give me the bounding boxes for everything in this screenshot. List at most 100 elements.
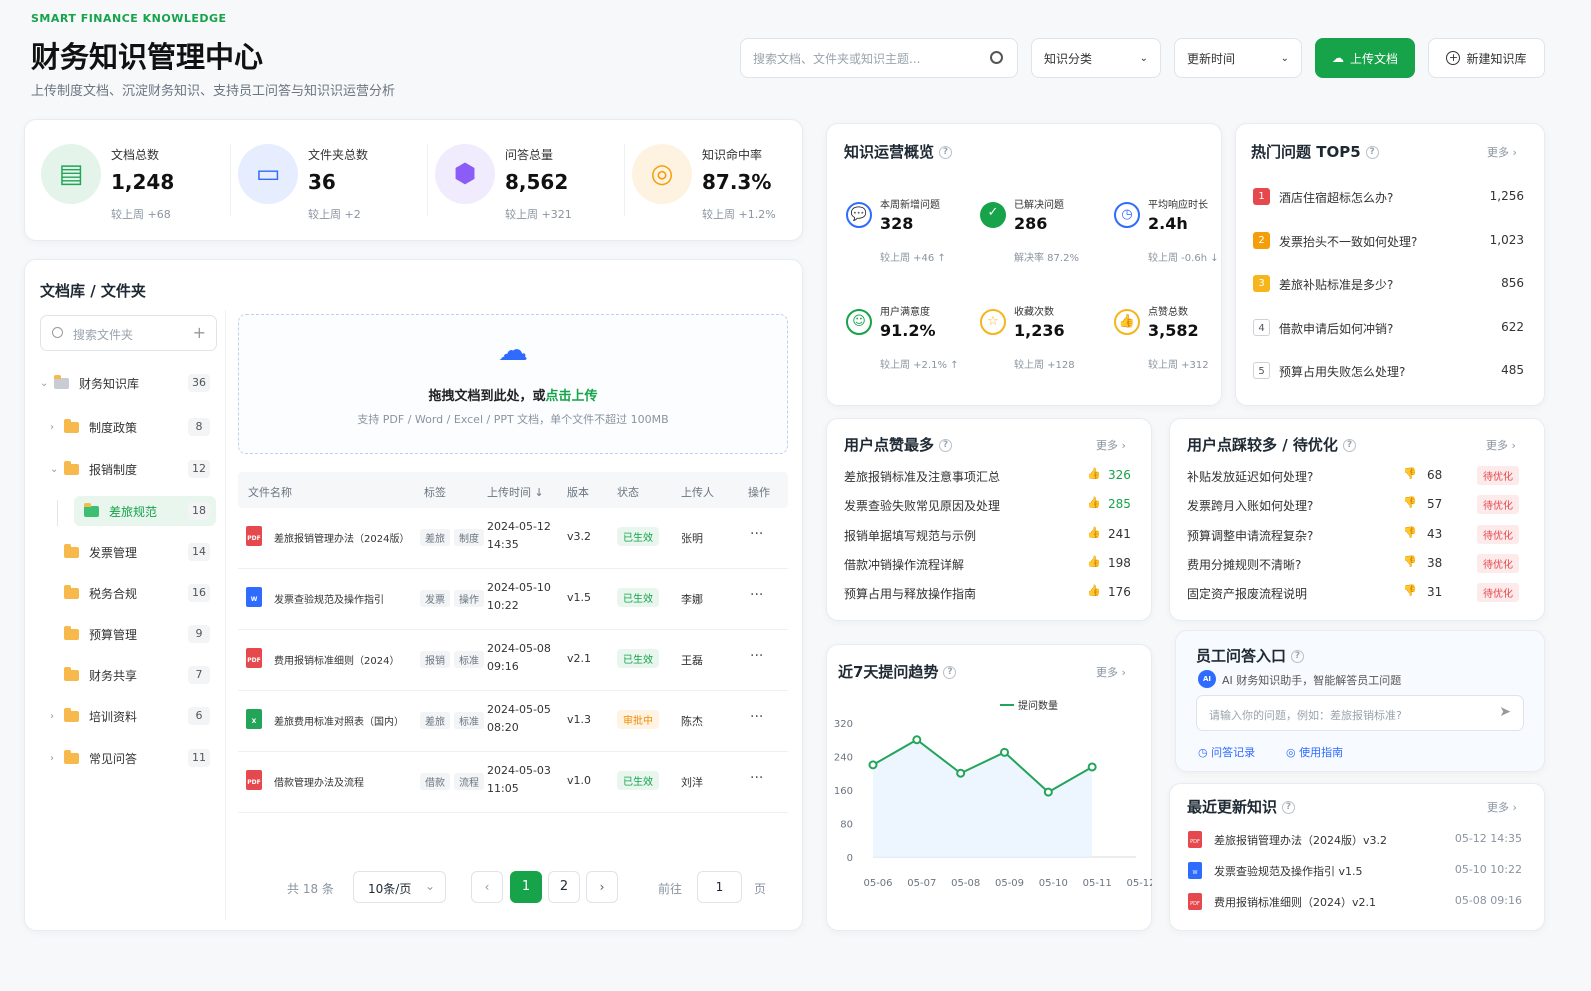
table-row[interactable]: PDF 借款管理办法及流程 借款 流程 2024-05-03 11:05 v1.0 已生效 刘洋… (238, 752, 788, 813)
data-point[interactable] (956, 768, 966, 778)
liked-question[interactable]: 发票查验失败常见原因及处理 (844, 497, 1000, 514)
table-row[interactable]: X 差旅费用标准对照表（国内） 差旅 标准 2024-05-05 08:20 v1.3 审批中… (238, 691, 788, 752)
chevron-down-icon[interactable]: ⌄ (50, 464, 58, 475)
folder-search-input[interactable]: 搜索文件夹 + (40, 315, 217, 351)
folder-tree-item[interactable]: 预算管理 9 (48, 619, 216, 649)
more-actions-icon[interactable]: ··· (750, 587, 763, 603)
folder-label: 报销制度 (89, 462, 138, 477)
x-tick-label: 05-06 (863, 878, 892, 889)
disliked-question[interactable]: 固定资产报废流程说明 (1187, 585, 1307, 602)
hot-more-link[interactable]: 更多 › (1487, 144, 1517, 160)
disliked-question[interactable]: 预算调整申请流程复杂? (1187, 527, 1313, 544)
more-actions-icon[interactable]: ··· (750, 648, 763, 664)
chevron-right-icon[interactable]: › (50, 753, 54, 764)
hot-question[interactable]: 差旅补贴标准是多少? (1279, 276, 1393, 293)
hot-question[interactable]: 借款申请后如何冲销? (1279, 320, 1393, 337)
stat-delta: 较上周 +1.2% (702, 208, 776, 221)
data-point[interactable] (1087, 762, 1097, 772)
new-library-button[interactable]: + 新建知识库 (1428, 38, 1545, 78)
folder-tree-item[interactable]: ⌄ 报销制度 12 (48, 454, 216, 484)
time-select[interactable]: 更新时间 ⌄ (1174, 38, 1302, 78)
help-icon[interactable]: ? (943, 666, 957, 679)
next-page-button[interactable]: › (586, 871, 618, 903)
upload-dropzone[interactable]: ☁ 拖拽文档到此处，或点击上传 支持 PDF / Word / Excel / … (238, 314, 788, 454)
file-name[interactable]: 费用报销标准细则（2024） (274, 652, 424, 667)
file-name[interactable]: 差旅报销管理办法（2024版） (274, 530, 424, 545)
folder-tree-item[interactable]: 税务合规 16 (48, 578, 216, 608)
rank-badge: 3 (1253, 275, 1270, 292)
table-row[interactable]: W 发票查验规范及操作指引 发票 操作 2024-05-10 10:22 v1.5 已生效 李娜… (238, 569, 788, 630)
page-1-button[interactable]: 1 (510, 871, 542, 903)
global-search-input[interactable]: 搜索文档、文件夹或知识主题... (740, 38, 1018, 78)
recent-file-name[interactable]: 发票查验规范及操作指引 v1.5 (1214, 863, 1363, 879)
page-subtitle: 上传制度文档、沉淀财务知识、支持员工问答与知识识运营分析 (31, 84, 396, 99)
ops-metric-value: 91.2% (880, 321, 936, 340)
hot-question[interactable]: 发票抬头不一致如何处理? (1279, 233, 1417, 250)
upload-button[interactable]: ☁ 上传文档 (1315, 38, 1415, 78)
more-actions-icon[interactable]: ··· (750, 770, 763, 786)
disliked-question[interactable]: 费用分摊规则不清晰? (1187, 556, 1301, 573)
drop-upload-link[interactable]: 点击上传 (546, 389, 598, 404)
liked-question[interactable]: 报销单据填写规范与示例 (844, 527, 976, 544)
data-point[interactable] (1000, 747, 1009, 757)
disliked-more-link[interactable]: 更多 › (1486, 437, 1516, 453)
folder-tree-item[interactable]: ⌄ 财务知识库 36 (38, 368, 216, 398)
folder-tree-item[interactable]: › 制度政策 8 (48, 412, 216, 442)
data-point[interactable] (912, 735, 922, 745)
page-size-select[interactable]: 10条/页 ⌄ (353, 871, 446, 903)
help-icon[interactable]: ? (1291, 650, 1305, 663)
recent-file-name[interactable]: 费用报销标准细则（2024）v2.1 (1214, 894, 1376, 910)
help-icon[interactable]: ? (939, 146, 953, 159)
upload-date: 2024-05-03 (487, 764, 551, 777)
search-placeholder: 搜索文档、文件夹或知识主题... (753, 51, 921, 66)
more-actions-icon[interactable]: ··· (750, 526, 763, 542)
help-icon[interactable]: ? (939, 439, 953, 452)
disliked-question[interactable]: 发票跨月入账如何处理? (1187, 497, 1313, 514)
file-name[interactable]: 发票查验规范及操作指引 (274, 591, 424, 606)
data-point[interactable] (1043, 787, 1053, 797)
send-icon[interactable]: ➤ (1499, 704, 1511, 720)
add-folder-icon[interactable]: + (193, 323, 206, 342)
disliked-question[interactable]: 补贴发放延迟如何处理? (1187, 468, 1313, 485)
hot-question[interactable]: 酒店住宿超标怎么办? (1279, 189, 1393, 206)
liked-question[interactable]: 预算占用与释放操作指南 (844, 585, 976, 602)
prev-page-button[interactable]: ‹ (471, 871, 503, 903)
goto-page-input[interactable]: 1 (697, 871, 742, 903)
folder-tree-item[interactable]: 财务共享 7 (48, 660, 216, 690)
table-row[interactable]: PDF 费用报销标准细则（2024） 报销 标准 2024-05-08 09:16 v2.1… (238, 630, 788, 691)
help-icon[interactable]: ? (1282, 801, 1296, 814)
folder-icon (64, 625, 79, 640)
qa-question-input[interactable]: 请输入你的问题，例如：差旅报销标准? ➤ (1196, 695, 1524, 731)
file-name[interactable]: 差旅费用标准对照表（国内） (274, 713, 424, 728)
liked-question[interactable]: 差旅报销标准及注意事项汇总 (844, 468, 1000, 485)
y-tick-label: 240 (834, 753, 853, 764)
liked-more-link[interactable]: 更多 › (1096, 437, 1126, 453)
trend-more-link[interactable]: 更多 › (1096, 664, 1126, 680)
chevron-down-icon[interactable]: ⌄ (40, 378, 48, 389)
qa-guide-link[interactable]: ◎ 使用指南 (1286, 744, 1343, 760)
help-icon[interactable]: ? (1365, 146, 1379, 159)
help-icon[interactable]: ? (1342, 439, 1356, 452)
status-badge: 审批中 (617, 710, 659, 729)
folder-tree-item[interactable]: 发票管理 14 (48, 537, 216, 567)
liked-question[interactable]: 借款冲销操作流程详解 (844, 556, 964, 573)
recent-more-link[interactable]: 更多 › (1487, 799, 1517, 815)
file-tag: 流程 (454, 773, 484, 790)
chevron-right-icon[interactable]: › (50, 422, 54, 433)
category-select[interactable]: 知识分类 ⌄ (1031, 38, 1161, 78)
hot-question[interactable]: 预算占用失败怎么处理? (1279, 363, 1405, 380)
page-2-button[interactable]: 2 (548, 871, 580, 903)
qa-history-link[interactable]: ◷ 问答记录 (1198, 744, 1255, 760)
folder-tree-item[interactable]: › 常见问答 11 (48, 743, 216, 773)
folder-count: 6 (188, 707, 210, 725)
chevron-right-icon[interactable]: › (50, 711, 54, 722)
recent-file-name[interactable]: 差旅报销管理办法（2024版）v3.2 (1214, 832, 1387, 848)
table-column-header[interactable]: 上传时间 ↓ (487, 484, 544, 500)
file-name[interactable]: 借款管理办法及流程 (274, 774, 424, 789)
folder-tree-item[interactable]: 差旅规范 18 (74, 496, 216, 526)
data-point[interactable] (868, 760, 878, 770)
table-row[interactable]: PDF 差旅报销管理办法（2024版） 差旅 制度 2024-05-12 14:35 v3.… (238, 508, 788, 569)
more-actions-icon[interactable]: ··· (750, 709, 763, 725)
folder-label: 预算管理 (89, 627, 138, 642)
folder-tree-item[interactable]: › 培训资料 6 (48, 701, 216, 731)
